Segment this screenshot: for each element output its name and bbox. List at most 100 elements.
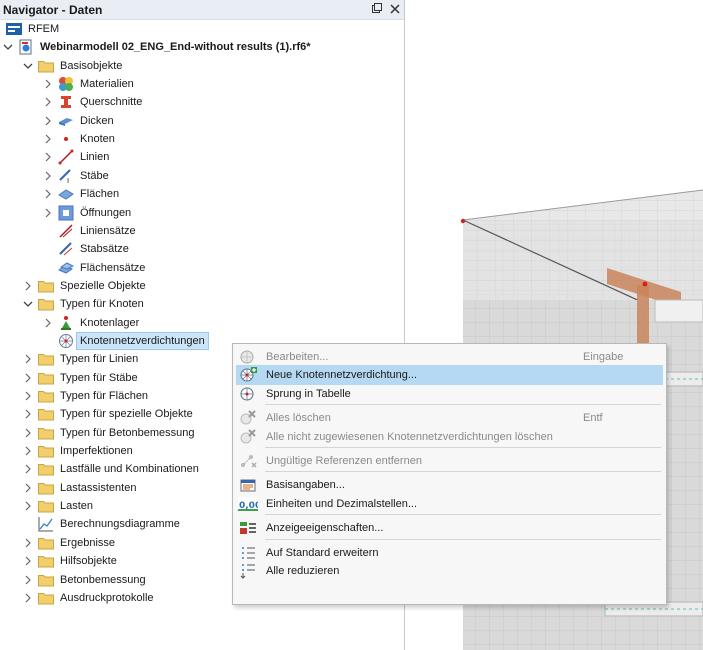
tree-item[interactable]: Betonbemessung: [0, 571, 149, 589]
tree-item[interactable]: Hilfsobjekte: [0, 552, 120, 570]
tree-item[interactable]: Lastfälle und Kombinationen: [0, 460, 202, 478]
collapse-chevron-icon[interactable]: [42, 112, 54, 130]
tree-item[interactable]: Querschnitte: [0, 93, 145, 111]
tree-item-label: Querschnitte: [80, 96, 143, 109]
tree-item[interactable]: Webinarmodell 02_ENG_End-without results…: [0, 38, 314, 56]
collapse-chevron-icon[interactable]: [42, 148, 54, 166]
collapse-chevron-icon[interactable]: [42, 167, 54, 185]
collapse-chevron-icon[interactable]: [22, 497, 34, 515]
tree-item[interactable]: Berechnungsdiagramme: [0, 515, 183, 533]
tree-item[interactable]: Öffnungen: [0, 204, 134, 222]
menu-item[interactable]: Basisangaben...: [236, 475, 663, 495]
new-mesh-refinement-icon: [238, 366, 258, 384]
tree-item[interactable]: Typen für spezielle Objekte: [0, 405, 196, 423]
expand-chevron-icon[interactable]: [22, 295, 34, 313]
menu-item[interactable]: Anzeigeeigenschaften...: [236, 518, 663, 538]
tree-item[interactable]: Ausdruckprotokolle: [0, 589, 157, 607]
menu-item[interactable]: Ungültige Referenzen entfernen: [236, 451, 663, 471]
toggle-spacer: [22, 515, 34, 533]
menu-item[interactable]: Alles löschen Entf: [236, 408, 663, 428]
tree-item[interactable]: Lasten: [0, 497, 96, 515]
menu-separator: [265, 404, 661, 406]
close-icon[interactable]: [386, 3, 404, 17]
menu-item[interactable]: Neue Knotennetzverdichtung...: [236, 365, 663, 386]
tree-item[interactable]: Flächen: [0, 185, 122, 203]
collapse-chevron-icon[interactable]: [22, 405, 34, 423]
menu-separator: [265, 447, 661, 448]
tree-item-label: Linien: [80, 151, 110, 164]
collapse-chevron-icon[interactable]: [42, 314, 54, 332]
expand-chevron-icon[interactable]: [2, 38, 14, 56]
collapse-chevron-icon[interactable]: [22, 534, 34, 552]
tree-item[interactable]: Lastassistenten: [0, 479, 139, 497]
collapse-chevron-icon[interactable]: [22, 479, 34, 497]
collapse-chevron-icon[interactable]: [22, 277, 34, 295]
pin-icon[interactable]: [368, 2, 386, 17]
menu-item[interactable]: 0,00 Einheiten und Dezimalstellen...: [236, 494, 663, 514]
collapse-chevron-icon[interactable]: [22, 387, 34, 405]
tree-item[interactable]: Ergebnisse: [0, 534, 118, 552]
tree-item[interactable]: Linien: [0, 148, 112, 166]
collapse-chevron-icon[interactable]: [42, 185, 54, 203]
menu-item[interactable]: Sprung in Tabelle: [236, 384, 663, 404]
collapse-chevron-icon[interactable]: [42, 93, 54, 111]
tree-item[interactable]: Typen für Knoten: [0, 295, 147, 313]
collapse-chevron-icon[interactable]: [22, 442, 34, 460]
tree-item[interactable]: Dicken: [0, 112, 117, 130]
tree-item[interactable]: Flächensätze: [0, 259, 148, 277]
toggle-spacer: [42, 240, 54, 258]
delete-unassigned-icon: [238, 428, 258, 446]
edit-icon: [238, 348, 258, 366]
expand-chevron-icon[interactable]: [22, 57, 34, 75]
folder-icon: [38, 553, 54, 569]
tree-item-label: Webinarmodell 02_ENG_End-without results…: [40, 41, 311, 54]
collapse-chevron-icon[interactable]: [22, 369, 34, 387]
menu-item-label: Neue Knotennetzverdichtung...: [266, 369, 418, 382]
collapse-chevron-icon[interactable]: [42, 75, 54, 93]
menu-separator: [265, 471, 661, 473]
tree-item-label: Typen für spezielle Objekte: [60, 408, 193, 421]
tree-item[interactable]: Basisobjekte: [0, 57, 125, 75]
tree-item-label: Typen für Stäbe: [60, 371, 138, 384]
collapse-chevron-icon[interactable]: [42, 204, 54, 222]
folder-icon: [38, 58, 54, 74]
tree-item[interactable]: RFEM: [0, 20, 62, 38]
collapse-chevron-icon[interactable]: [22, 424, 34, 442]
menu-item-label: Sprung in Tabelle: [266, 387, 351, 400]
tree-item[interactable]: Stabsätze: [0, 240, 132, 258]
line-set-icon: [58, 223, 74, 239]
collapse-chevron-icon[interactable]: [42, 130, 54, 148]
tree-item[interactable]: Knoten: [0, 130, 118, 148]
menu-item[interactable]: Alle nicht zugewiesenen Knotennetzverdic…: [236, 427, 663, 447]
tree-item[interactable]: Materialien: [0, 75, 137, 93]
tree-item[interactable]: Spezielle Objekte: [0, 277, 149, 295]
tree-item-label: Stäbe: [80, 169, 109, 182]
tree-item[interactable]: Knotenlager: [0, 314, 142, 332]
opening-icon: [58, 205, 74, 221]
menu-item[interactable]: Bearbeiten... Eingabe: [236, 347, 663, 367]
menu-item-shortcut: Entf: [583, 412, 603, 425]
collapse-chevron-icon[interactable]: [22, 460, 34, 478]
tree-item[interactable]: Knotennetzverdichtungen: [0, 331, 209, 350]
collapse-chevron-icon[interactable]: [22, 589, 34, 607]
tree-item[interactable]: Typen für Flächen: [0, 387, 151, 405]
menu-item[interactable]: Auf Standard erweitern: [236, 543, 663, 563]
tree-item-label: Hilfsobjekte: [60, 555, 117, 568]
collapse-chevron-icon[interactable]: [22, 350, 34, 368]
menu-item[interactable]: Alle reduzieren: [236, 561, 663, 581]
member-set-icon: [58, 241, 74, 257]
collapse-chevron-icon[interactable]: [22, 552, 34, 570]
tree-item[interactable]: Typen für Betonbemessung: [0, 424, 198, 442]
menu-item-label: Basisangaben...: [266, 479, 345, 492]
collapse-chevron-icon[interactable]: [22, 571, 34, 589]
tree-item[interactable]: I Stäbe: [0, 167, 112, 185]
materials-icon: [58, 76, 74, 92]
tree-item[interactable]: Imperfektionen: [0, 442, 136, 460]
tree-item[interactable]: Typen für Linien: [0, 350, 141, 368]
tree-item[interactable]: Typen für Stäbe: [0, 369, 141, 387]
tree-item[interactable]: Liniensätze: [0, 222, 139, 240]
node-icon: [58, 131, 74, 147]
menu-item-shortcut: Eingabe: [583, 351, 624, 363]
menu-item-label: Anzeigeeigenschaften...: [266, 522, 384, 535]
navigator-title: Navigator - Daten: [3, 2, 103, 17]
